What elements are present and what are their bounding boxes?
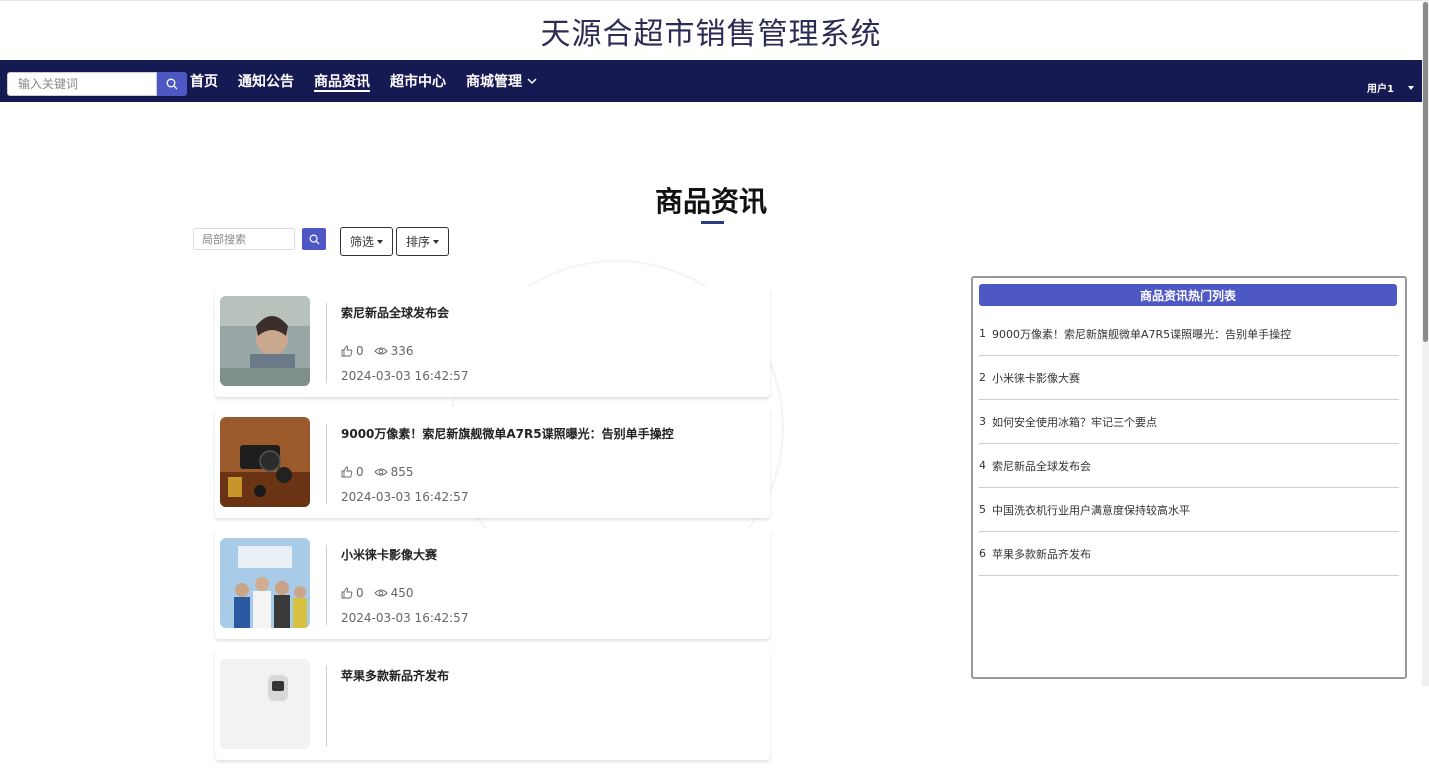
global-search-button[interactable] — [157, 72, 187, 96]
local-search-button[interactable] — [302, 228, 326, 250]
nav-item-mall-management[interactable]: 商城管理 — [466, 60, 537, 102]
filter-dropdown[interactable]: 筛选 — [340, 227, 393, 256]
news-stats: 0 336 — [341, 344, 424, 358]
thumbs-up-icon — [341, 466, 353, 478]
eye-icon — [374, 468, 388, 476]
nav-item-product-news[interactable]: 商品资讯 — [314, 60, 370, 102]
chevron-down-icon — [527, 77, 537, 85]
global-search — [7, 72, 187, 96]
search-icon — [309, 234, 320, 245]
view-count: 336 — [390, 344, 414, 358]
news-stats: 0 855 — [341, 465, 424, 479]
news-list: 索尼新品全球发布会 0 336 2024-03-03 16:42:57 9000… — [215, 286, 770, 770]
news-date: 2024-03-03 16:42:57 — [341, 611, 469, 625]
thumbs-up-icon — [341, 587, 353, 599]
eye-icon — [374, 589, 388, 597]
hot-news-list: 1 9000万像素！索尼新旗舰微单A7R5谍照曝光：告别单手操控 2 小米徕卡影像大… — [979, 312, 1399, 576]
card-divider — [326, 303, 327, 383]
top-navbar: 首页 通知公告 商品资讯 超市中心 商城管理 用户1 — [0, 60, 1422, 102]
nav-item-supermarket-center[interactable]: 超市中心 — [390, 60, 446, 102]
news-card[interactable]: 苹果多款新品齐发布 — [215, 649, 770, 760]
news-thumbnail — [220, 659, 310, 749]
caret-down-icon — [377, 239, 383, 244]
news-title[interactable]: 苹果多款新品齐发布 — [341, 667, 449, 684]
view-count: 450 — [390, 586, 414, 600]
global-search-input[interactable] — [7, 72, 157, 96]
page-title: 商品资讯 — [654, 185, 767, 218]
site-title: 天源合超市销售管理系统 — [0, 0, 1422, 61]
user-name: 用户1 — [1367, 84, 1394, 95]
card-divider — [326, 424, 327, 504]
card-divider — [326, 545, 327, 625]
card-divider — [326, 666, 327, 746]
scrollbar-thumb[interactable] — [1423, 2, 1428, 342]
news-date: 2024-03-03 16:42:57 — [341, 369, 469, 383]
page-scrollbar[interactable] — [1422, 0, 1429, 686]
news-thumbnail — [220, 417, 310, 507]
hot-news-panel: 商品资讯热门列表 1 9000万像素！索尼新旗舰微单A7R5谍照曝光：告别单手操控… — [971, 276, 1407, 679]
nav-item-home[interactable]: 首页 — [190, 60, 218, 102]
hot-news-item[interactable]: 5 中国洗衣机行业用户满意度保持较高水平 — [979, 488, 1399, 532]
view-count: 855 — [390, 465, 414, 479]
news-title[interactable]: 小米徕卡影像大赛 — [341, 546, 437, 563]
sort-dropdown[interactable]: 排序 — [396, 227, 449, 256]
local-search-input[interactable] — [193, 228, 295, 250]
local-search — [193, 228, 326, 250]
hot-news-item[interactable]: 2 小米徕卡影像大赛 — [979, 356, 1399, 400]
user-menu[interactable]: 用户1 — [1367, 80, 1414, 95]
news-title[interactable]: 9000万像素！索尼新旗舰微单A7R5谍照曝光：告别单手操控 — [341, 425, 674, 442]
like-count: 0 — [356, 344, 364, 358]
hot-news-item[interactable]: 3 如何安全使用冰箱？牢记三个要点 — [979, 400, 1399, 444]
hot-news-item[interactable]: 1 9000万像素！索尼新旗舰微单A7R5谍照曝光：告别单手操控 — [979, 312, 1399, 356]
caret-down-icon — [433, 239, 439, 244]
heading-underline — [701, 221, 724, 224]
news-thumbnail — [220, 538, 310, 628]
hot-news-title: 商品资讯热门列表 — [979, 284, 1397, 306]
search-icon — [166, 78, 178, 90]
like-count: 0 — [356, 586, 364, 600]
news-title[interactable]: 索尼新品全球发布会 — [341, 304, 449, 321]
eye-icon — [374, 347, 388, 355]
news-card[interactable]: 9000万像素！索尼新旗舰微单A7R5谍照曝光：告别单手操控 0 855 202… — [215, 407, 770, 518]
nav-menu: 首页 通知公告 商品资讯 超市中心 商城管理 — [190, 60, 557, 102]
news-date: 2024-03-03 16:42:57 — [341, 490, 469, 504]
news-thumbnail — [220, 296, 310, 386]
hot-news-item[interactable]: 4 索尼新品全球发布会 — [979, 444, 1399, 488]
news-card[interactable]: 小米徕卡影像大赛 0 450 2024-03-03 16:42:57 — [215, 528, 770, 639]
news-stats: 0 450 — [341, 586, 424, 600]
news-card[interactable]: 索尼新品全球发布会 0 336 2024-03-03 16:42:57 — [215, 286, 770, 397]
hot-news-item[interactable]: 6 苹果多款新品齐发布 — [979, 532, 1399, 576]
nav-item-notices[interactable]: 通知公告 — [238, 60, 294, 102]
like-count: 0 — [356, 465, 364, 479]
thumbs-up-icon — [341, 345, 353, 357]
caret-down-icon — [1408, 85, 1414, 90]
